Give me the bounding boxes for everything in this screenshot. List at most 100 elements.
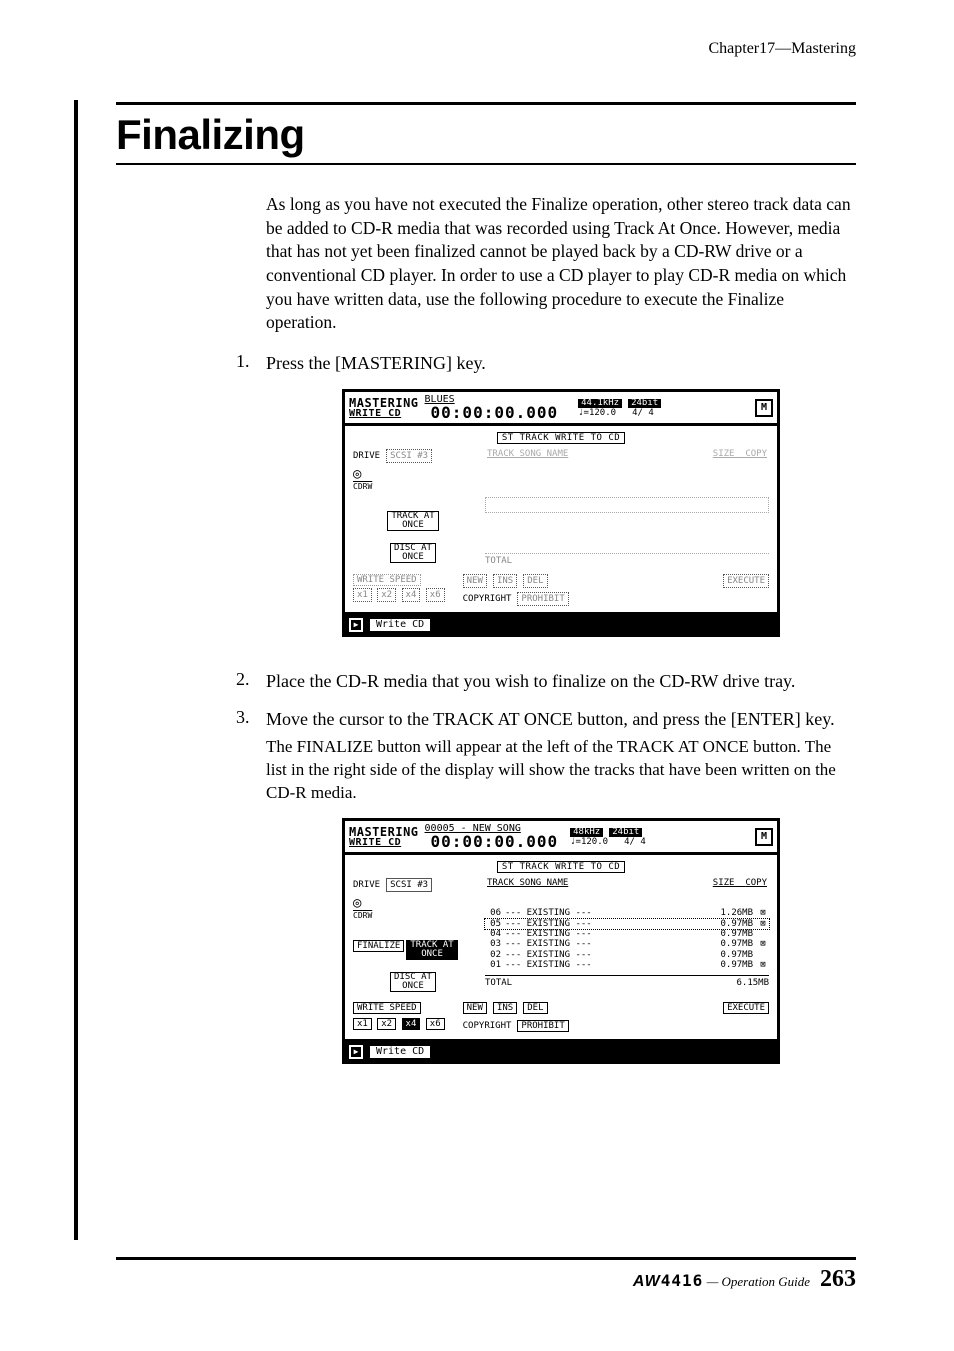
disc-at-once-button[interactable]: DISC AT ONCE	[390, 972, 436, 992]
disc-icon: ◎	[353, 895, 361, 911]
disc-icon: ◎	[353, 466, 361, 482]
track-name: --- EXISTING ---	[505, 960, 703, 970]
intro-paragraph: As long as you have not executed the Fin…	[266, 193, 856, 335]
lcd-screenshot-1: MASTERING WRITE CD BLUES 00:00:00.000 44…	[342, 389, 780, 637]
track-name: --- EXISTING ---	[505, 908, 703, 918]
track-row[interactable]: 02 --- EXISTING --- 0.97MB	[485, 950, 769, 960]
new-button[interactable]: NEW	[463, 1002, 487, 1014]
track-row[interactable]: 06 --- EXISTING --- 1.26MB ⊠	[485, 908, 769, 918]
speed-x2-button[interactable]: x2	[377, 1018, 396, 1030]
step-3: 3. Move the cursor to the TRACK AT ONCE …	[236, 707, 856, 731]
track-at-once-button-active[interactable]: TRACK AT ONCE	[406, 940, 457, 960]
finalize-button[interactable]: FINALIZE	[353, 940, 404, 952]
step-1-number: 1.	[236, 351, 266, 375]
track-size: 1.26MB	[707, 908, 753, 918]
speed-x4-button[interactable]: x4	[402, 588, 421, 602]
track-size: 0.97MB	[707, 950, 753, 960]
track-number: 06	[485, 908, 501, 918]
track-name: --- EXISTING ---	[505, 919, 703, 929]
track-row[interactable]: 03--- EXISTING ---0.97MB⊠	[485, 939, 769, 949]
vertical-margin-rule	[74, 100, 78, 1240]
lcd1-tracklist-empty	[485, 497, 769, 513]
lcd1-copyright-label: COPYRIGHT	[463, 594, 512, 604]
speed-x2-button[interactable]: x2	[377, 588, 396, 602]
title-rule-top	[116, 102, 856, 105]
speed-x4-button-active[interactable]: x4	[402, 1018, 421, 1030]
track-at-once-button[interactable]: TRACK AT ONCE	[387, 511, 438, 531]
track-size: 0.97MB	[707, 929, 753, 939]
track-row[interactable]: 04--- EXISTING ---0.97MB	[485, 929, 769, 939]
lcd1-drive-selector[interactable]: SCSI #3	[386, 449, 432, 463]
track-copy-flag: ⊠	[757, 908, 769, 918]
prohibit-button[interactable]: PROHIBIT	[517, 1020, 568, 1032]
lcd2-list-header-size: SIZE	[713, 878, 735, 888]
lcd1-write-speed-label: WRITE SPEED	[353, 574, 421, 586]
lcd1-list-header-size: SIZE	[713, 449, 735, 459]
lcd1-bit-badge: 24bit	[628, 399, 661, 408]
execute-button[interactable]: EXECUTE	[723, 1002, 769, 1014]
execute-button[interactable]: EXECUTE	[723, 574, 769, 588]
lcd-screenshot-2: MASTERING WRITE CD 00005 - NEW SONG 00:0…	[342, 818, 780, 1064]
track-number: 01	[485, 960, 501, 970]
step-2-number: 2.	[236, 669, 266, 693]
speed-x6-button[interactable]: x6	[426, 1018, 445, 1030]
track-copy-flag	[757, 929, 769, 939]
step-3-text: Move the cursor to the TRACK AT ONCE but…	[266, 707, 856, 731]
track-name: --- EXISTING ---	[505, 950, 703, 960]
track-number: 04	[485, 929, 501, 939]
lcd2-drive-label: DRIVE	[353, 880, 380, 890]
disc-at-once-button[interactable]: DISC AT ONCE	[390, 543, 436, 563]
track-size: 0.97MB	[707, 939, 753, 949]
write-cd-tab[interactable]: Write CD	[369, 1045, 431, 1059]
lcd1-list-header-name: TRACK SONG NAME	[487, 449, 568, 459]
speed-x1-button[interactable]: x1	[353, 1018, 372, 1030]
track-size: 0.97MB	[707, 919, 753, 929]
page-footer: AW4416 — Operation Guide 263	[116, 1257, 856, 1293]
lcd2-tempo: ♩=120.0	[570, 837, 608, 847]
track-number: 02	[485, 950, 501, 960]
track-number: 05	[485, 919, 501, 929]
brand-aw: AW	[633, 1273, 661, 1290]
ins-button[interactable]: INS	[493, 574, 517, 588]
track-copy-flag	[757, 950, 769, 960]
running-header: Chapter17—Mastering	[116, 40, 856, 58]
brand-model: 4416	[661, 1271, 704, 1290]
write-cd-tab[interactable]: Write CD	[369, 618, 431, 632]
lcd2-timecode: 00:00:00.000	[425, 834, 565, 850]
lcd2-total-label: TOTAL	[485, 978, 512, 988]
lcd1-meter: 4/ 4	[632, 408, 654, 418]
lcd1-drive-label: DRIVE	[353, 451, 380, 461]
track-copy-flag: ⊠	[757, 919, 769, 929]
lcd2-drive-selector[interactable]: SCSI #3	[386, 878, 432, 892]
step-3-number: 3.	[236, 707, 266, 731]
lcd2-meter: 4/ 4	[624, 837, 646, 847]
ins-button[interactable]: INS	[493, 1002, 517, 1014]
lcd2-tracklist: 06 --- EXISTING --- 1.26MB ⊠ 05 --- EXISTING …	[485, 908, 769, 970]
step-1: 1. Press the [MASTERING] key.	[236, 351, 856, 375]
lcd1-cdrw-label: CDRW	[353, 482, 372, 491]
step-3-subtext: The FINALIZE button will appear at the l…	[266, 736, 856, 805]
track-name: --- EXISTING ---	[505, 939, 703, 949]
track-number: 03	[485, 939, 501, 949]
del-button[interactable]: DEL	[523, 574, 547, 588]
lcd2-m-badge: M	[755, 828, 773, 846]
track-row[interactable]: 01--- EXISTING ---0.97MB⊠	[485, 960, 769, 970]
operation-guide-label: — Operation Guide	[707, 1274, 810, 1289]
lcd1-writecd-label: WRITE CD	[349, 409, 419, 419]
new-button[interactable]: NEW	[463, 574, 487, 588]
title-rule-bottom	[116, 163, 856, 165]
step-2-text: Place the CD-R media that you wish to fi…	[266, 669, 856, 693]
lcd1-timecode: 00:00:00.000	[425, 405, 565, 421]
lcd2-writecd-label: WRITE CD	[349, 838, 419, 848]
track-row[interactable]: 05 --- EXISTING --- 0.97MB ⊠	[485, 919, 769, 929]
lcd2-section-title: ST TRACK WRITE TO CD	[497, 861, 625, 873]
speed-x1-button[interactable]: x1	[353, 588, 372, 602]
lcd1-list-header-copy: COPY	[745, 449, 767, 459]
step-2: 2. Place the CD-R media that you wish to…	[236, 669, 856, 693]
page-title: Finalizing	[116, 111, 856, 159]
prohibit-button[interactable]: PROHIBIT	[517, 592, 568, 606]
del-button[interactable]: DEL	[523, 1002, 547, 1014]
speed-x6-button[interactable]: x6	[426, 588, 445, 602]
lcd2-cdrw-label: CDRW	[353, 911, 372, 920]
lcd2-bit-badge: 24bit	[609, 828, 642, 837]
